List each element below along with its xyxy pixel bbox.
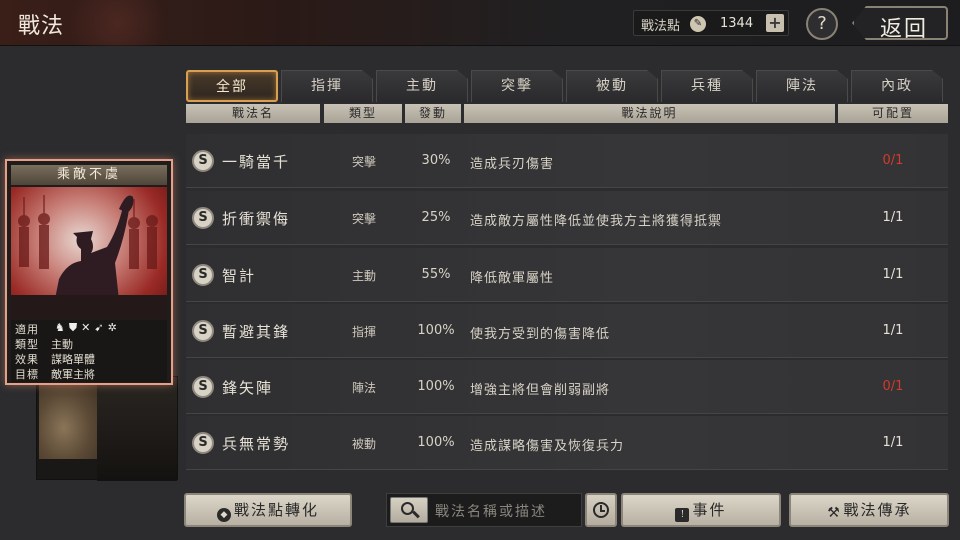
tactic-slot: 1/1 — [882, 267, 904, 282]
card-info: 適用 ♞⛊✕➹✲ 類型 主動 效果 謀略單體 目標 敵軍主將 — [11, 320, 167, 382]
cavalry-icon: ♞ — [55, 321, 69, 334]
effect-value: 謀略單體 — [51, 353, 95, 366]
quill-icon: ✎ — [690, 16, 706, 32]
history-clock-button[interactable] — [585, 493, 617, 527]
tab-active[interactable]: 主動 — [376, 70, 468, 102]
search-input[interactable]: 戰法名稱或描述 — [435, 501, 547, 521]
tactic-description: 降低敵軍屬性 — [470, 271, 555, 286]
tactic-description: 造成謀略傷害及恢復兵力 — [470, 439, 625, 454]
inherit-label: 戰法傳承 — [843, 501, 912, 519]
event-icon: ! — [675, 508, 690, 522]
type-value: 主動 — [51, 338, 73, 351]
tactic-type: 突擊 — [351, 212, 376, 226]
convert-points-button[interactable]: ◆ 戰法點轉化 — [184, 493, 352, 527]
help-button[interactable]: ? — [806, 8, 838, 40]
back-label: 返回 — [880, 17, 929, 42]
tactic-type: 陣法 — [351, 381, 376, 395]
card-title: 乘敵不虞 — [11, 165, 167, 185]
effect-label: 效果 — [15, 353, 39, 366]
search-box[interactable]: 戰法名稱或描述 — [386, 493, 582, 527]
tactic-rate: 100% — [417, 435, 455, 450]
tactic-slot: 1/1 — [882, 210, 904, 225]
events-button[interactable]: ! 事件 — [621, 493, 781, 527]
tactic-name: 鋒矢陣 — [222, 379, 274, 397]
tactic-slot: 0/1 — [882, 153, 904, 168]
tab-troop-type[interactable]: 兵種 — [661, 70, 753, 102]
tactic-rate: 100% — [417, 379, 455, 394]
applies-label: 適用 — [15, 323, 39, 336]
grade-badge: S — [192, 150, 214, 172]
target-value: 敵軍主將 — [51, 368, 95, 381]
tactic-description: 造成敵方屬性降低並使我方主將獲得抵禦 — [470, 214, 723, 229]
card-back-art-dark — [97, 377, 177, 481]
tactic-row[interactable]: S 暫避其鋒 指揮 100% 使我方受到的傷害降低 1/1 — [186, 304, 948, 358]
card-stack-back[interactable] — [36, 376, 178, 481]
header-ornament — [70, 0, 190, 46]
points-value: 1344 — [720, 16, 754, 31]
column-header-name[interactable]: 戰法名 — [186, 104, 320, 123]
grade-badge: S — [192, 320, 214, 342]
spear-icon: ➹ — [94, 321, 108, 334]
tactic-inherit-button[interactable]: ⚒ 戰法傳承 — [789, 493, 949, 527]
shield-icon: ⛊ — [68, 321, 82, 334]
bow-icon: ✕ — [81, 321, 95, 334]
tactic-rate: 100% — [417, 323, 455, 338]
target-label: 目標 — [15, 368, 39, 381]
events-label: 事件 — [692, 501, 727, 519]
column-header-rate[interactable]: 發動 — [405, 104, 461, 123]
hammer-icon: ⚒ — [827, 505, 840, 521]
tactic-row[interactable]: S 鋒矢陣 陣法 100% 增強主將但會削弱副將 0/1 — [186, 360, 948, 414]
grade-badge: S — [192, 264, 214, 286]
tactic-description: 使我方受到的傷害降低 — [470, 327, 611, 342]
tab-all[interactable]: 全部 — [186, 70, 278, 102]
tactic-type: 指揮 — [351, 325, 376, 339]
tactic-row[interactable]: S 兵無常勢 被動 100% 造成謀略傷害及恢復兵力 1/1 — [186, 416, 948, 470]
tactic-slot: 1/1 — [882, 323, 904, 338]
tactic-card[interactable]: 乘敵不虞 適用 ♞⛊✕➹✲ 類型 主動 效果 謀略單體 目標 敵軍主將 — [5, 159, 173, 385]
tactic-type: 突擊 — [351, 155, 376, 169]
tactic-row[interactable]: S 折衝禦侮 突擊 25% 造成敵方屬性降低並使我方主將獲得抵禦 1/1 — [186, 191, 948, 245]
top-bar: 戰法 戰法點 ✎ 1344 + ? 返回 — [0, 0, 960, 46]
add-points-button[interactable]: + — [766, 14, 784, 32]
tactic-type: 被動 — [351, 437, 376, 451]
tab-command[interactable]: 指揮 — [281, 70, 373, 102]
tactic-type: 主動 — [351, 269, 376, 283]
flame-icon: ◆ — [216, 508, 231, 522]
column-header-description: 戰法說明 — [464, 104, 835, 123]
tactic-rate: 30% — [421, 153, 451, 168]
tab-formation[interactable]: 陣法 — [756, 70, 848, 102]
back-button[interactable]: 返回 — [852, 6, 948, 40]
tactic-name: 一騎當千 — [222, 153, 291, 171]
tab-assault[interactable]: 突擊 — [471, 70, 563, 102]
type-label: 類型 — [15, 338, 39, 351]
tactic-name: 智計 — [222, 267, 257, 285]
tactic-rate: 55% — [421, 267, 451, 282]
points-label: 戰法點 — [641, 19, 681, 34]
tactic-name: 暫避其鋒 — [222, 323, 291, 341]
tactic-description: 造成兵刃傷害 — [470, 157, 555, 172]
tactic-row[interactable]: S 一騎當千 突擊 30% 造成兵刃傷害 0/1 — [186, 134, 948, 188]
tab-passive[interactable]: 被動 — [566, 70, 658, 102]
tactic-points-display: 戰法點 ✎ 1344 + — [633, 10, 789, 36]
tactic-name: 兵無常勢 — [222, 435, 291, 453]
tactic-slot: 1/1 — [882, 435, 904, 450]
column-header-type[interactable]: 類型 — [324, 104, 402, 123]
tactic-row[interactable]: S 智計 主動 55% 降低敵軍屬性 1/1 — [186, 248, 948, 302]
tactic-description: 增強主將但會削弱副將 — [470, 383, 611, 398]
grade-badge: S — [192, 432, 214, 454]
tactic-rate: 25% — [421, 210, 451, 225]
tactic-name: 折衝禦侮 — [222, 210, 291, 228]
page-title: 戰法 — [18, 14, 65, 39]
tactic-slot: 0/1 — [882, 379, 904, 394]
card-back-art — [39, 381, 101, 459]
grade-badge: S — [192, 376, 214, 398]
grade-badge: S — [192, 207, 214, 229]
tab-domestic[interactable]: 內政 — [851, 70, 943, 102]
search-icon[interactable] — [390, 497, 428, 523]
card-art — [11, 187, 167, 319]
convert-label: 戰法點轉化 — [233, 501, 319, 519]
column-header-slot[interactable]: 可配置 — [838, 104, 948, 123]
troop-type-icons: ♞⛊✕➹✲ — [55, 321, 121, 335]
vehicle-icon: ✲ — [107, 321, 121, 334]
